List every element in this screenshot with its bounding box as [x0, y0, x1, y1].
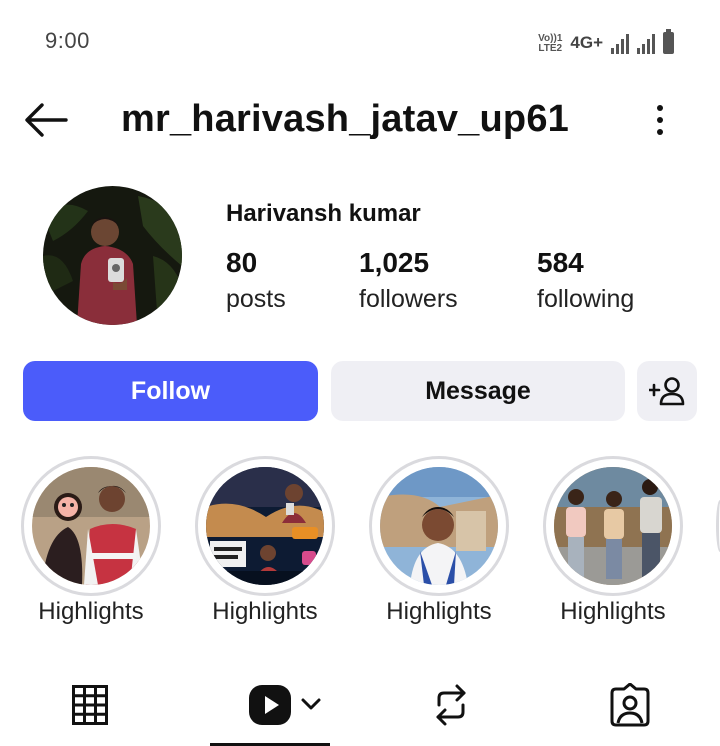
highlight-label: Highlights — [38, 598, 144, 625]
profile-tab-bar — [0, 666, 720, 746]
repost-icon — [436, 684, 466, 726]
status-bar: 9:00 Vo))1 LTE2 4G+ — [0, 0, 720, 80]
stat-value: 584 — [537, 247, 584, 278]
status-icons: Vo))1 LTE2 4G+ — [538, 28, 674, 54]
highlight-item-partial[interactable] — [716, 500, 720, 552]
stat-value: 80 — [226, 247, 258, 278]
stat-followers[interactable]: 1,025 followers — [359, 246, 458, 318]
highlight-cover — [206, 467, 324, 585]
battery-icon — [663, 29, 674, 54]
suggest-users-button[interactable] — [637, 361, 697, 421]
grid-icon — [72, 685, 108, 725]
highlight-label: Highlights — [386, 598, 492, 625]
highlight-cover — [380, 467, 498, 585]
tagged-icon — [610, 683, 650, 727]
tab-reposts[interactable] — [426, 680, 476, 730]
signal-icon — [637, 34, 655, 54]
tab-grid[interactable] — [65, 680, 115, 730]
add-user-icon — [649, 377, 685, 406]
message-button[interactable]: Message — [331, 361, 625, 421]
avatar[interactable] — [43, 186, 182, 325]
profile-full-name: Harivansh kumar — [226, 200, 421, 227]
signal-icon — [611, 34, 629, 54]
volte-line-2: LTE2 — [538, 43, 563, 54]
stat-posts[interactable]: 80 posts — [226, 246, 286, 318]
highlight-cover — [554, 467, 672, 585]
network-type: 4G+ — [570, 33, 603, 52]
more-options-button[interactable] — [640, 100, 680, 140]
follow-button[interactable]: Follow — [23, 361, 318, 421]
highlight-label: Highlights — [212, 598, 318, 625]
avatar-photo — [43, 186, 182, 325]
status-time: 9:00 — [45, 28, 90, 53]
more-vertical-icon — [657, 105, 663, 111]
highlight-label: Highlights — [560, 598, 666, 625]
profile-username: mr_harivash_jatav_up61 — [121, 98, 569, 140]
back-button[interactable] — [22, 100, 68, 140]
stat-label: posts — [226, 285, 286, 313]
stat-value: 1,025 — [359, 247, 430, 278]
stat-following[interactable]: 584 following — [537, 246, 634, 318]
reels-icon — [249, 685, 321, 725]
stat-label: followers — [359, 285, 458, 313]
stat-label: following — [537, 285, 635, 313]
profile-header: mr_harivash_jatav_up61 — [0, 88, 720, 152]
arrow-left-icon — [25, 103, 68, 137]
tab-tagged[interactable] — [605, 680, 655, 730]
highlight-cover — [32, 467, 150, 585]
volte-indicator: Vo))1 LTE2 — [538, 34, 562, 54]
tab-reels[interactable] — [246, 680, 326, 730]
